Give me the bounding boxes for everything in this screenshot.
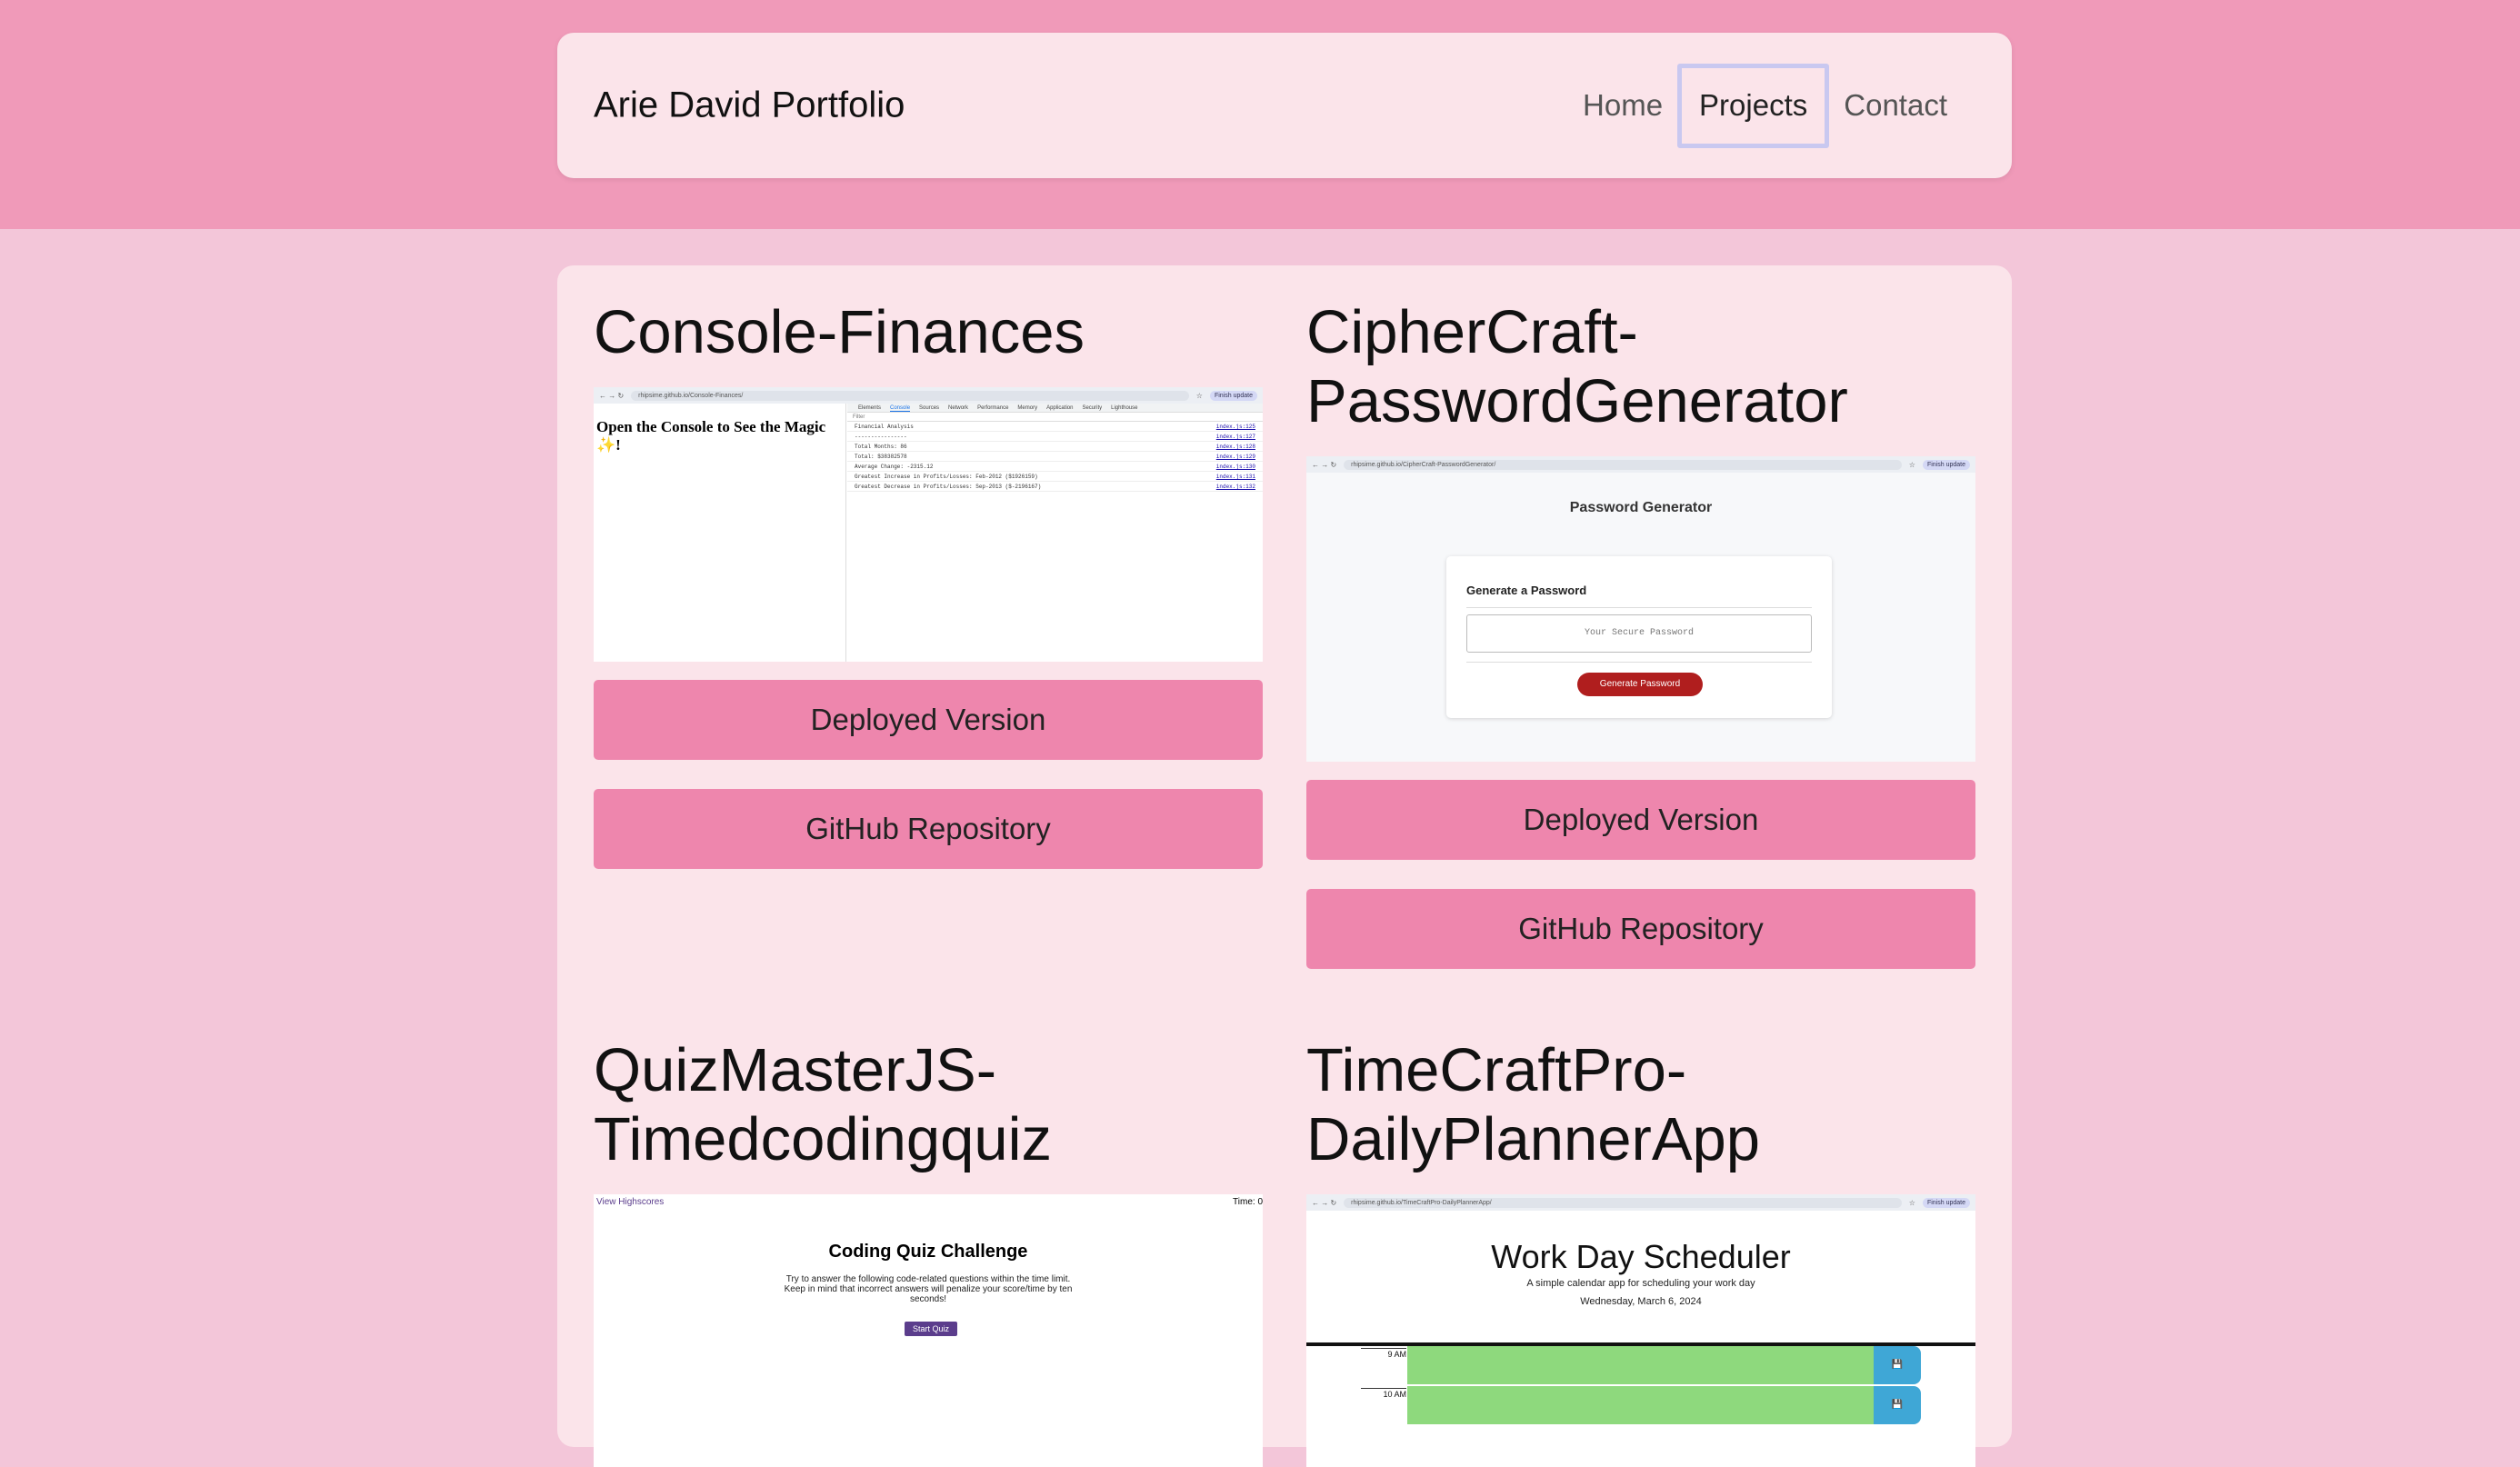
deployed-version-button[interactable]: Deployed Version [1306, 780, 1975, 860]
card-heading: Generate a Password [1466, 584, 1587, 597]
console-source-link: index.js:127 [1215, 434, 1255, 440]
project-card-quizmaster: QuizMasterJS-Timedcodingquiz View Highsc… [594, 1036, 1263, 1467]
nav-projects[interactable]: Projects [1677, 63, 1830, 148]
devtools-tab: Sources [919, 405, 940, 411]
nav-contact[interactable]: Contact [1829, 88, 1962, 123]
console-text: Total: $38382578 [855, 454, 907, 460]
browser-chrome: ← → ↻ rhipsime.github.io/CipherCraft-Pas… [1306, 456, 1975, 473]
console-output: Financial Analysis index.js:125 ----------… [847, 422, 1263, 492]
generate-password-button: Generate Password [1577, 673, 1703, 696]
console-line: Greatest Decrease in Profits/Losses: Sep… [847, 482, 1263, 492]
quiz-heading: Coding Quiz Challenge [828, 1242, 1028, 1262]
hour-label: 10 AM [1361, 1388, 1406, 1399]
devtools-tab: Network [948, 405, 969, 411]
back-icon: ← → ↻ [1312, 460, 1337, 469]
divider [1466, 607, 1812, 608]
devtools-tab: Memory [1017, 405, 1038, 411]
console-text: Average Change: -2315.12 [855, 464, 934, 470]
password-card: Generate a Password Your Secure Password… [1446, 556, 1832, 718]
project-title: CipherCraft-PasswordGenerator [1306, 298, 1848, 435]
devtools-filter: Filter [847, 413, 1263, 422]
hour-entry [1407, 1386, 1874, 1424]
devtools-tabs: Elements Console Sources Network Performance… [847, 404, 1263, 413]
hour-row: 9 AM 💾 [1306, 1346, 1975, 1384]
page-pane: Open the Console to See the Magic ✨! [594, 404, 846, 662]
browser-chrome: ← → ↻ rhipsime.github.io/Console-Finance… [594, 387, 1263, 404]
scheduler-subheading: A simple calendar app for scheduling you… [1526, 1278, 1755, 1289]
console-source-link: index.js:125 [1215, 424, 1255, 430]
hour-row: 10 AM 💾 [1306, 1386, 1975, 1424]
console-line: Greatest Increase in Profits/Losses: Feb… [847, 472, 1263, 482]
hour-entry [1407, 1346, 1874, 1384]
console-source-link: index.js:128 [1215, 444, 1255, 450]
navbar: Arie David Portfolio Home Projects Conta… [557, 33, 2012, 178]
project-card-timecraftpro: TimeCraftPro-DailyPlannerApp ← → ↻ rhips… [1306, 1036, 1975, 1467]
brand-title[interactable]: Arie David Portfolio [594, 85, 905, 126]
project-title: Console-Finances [594, 298, 1085, 366]
project-card-ciphercraft: CipherCraft-PasswordGenerator ← → ↻ rhip… [1306, 298, 1975, 969]
console-source-link: index.js:130 [1215, 464, 1255, 470]
scheduler-heading: Work Day Scheduler [1491, 1238, 1791, 1275]
url-bar: rhipsime.github.io/Console-Finances/ [631, 390, 1189, 401]
console-text: Greatest Increase in Profits/Losses: Feb… [855, 474, 1038, 480]
browser-chrome: ← → ↻ rhipsime.github.io/TimeCraftPro-Da… [1306, 1194, 1975, 1211]
console-line: Total Months: 86 index.js:128 [847, 442, 1263, 452]
project-screenshot: View Highscores Time: 0 Coding Quiz Chal… [594, 1194, 1263, 1467]
update-pill: Finish update [1922, 1197, 1970, 1208]
console-source-link: index.js:132 [1215, 484, 1255, 490]
star-icon: ☆ [1195, 391, 1203, 400]
devtools-tab: Performance [977, 405, 1009, 411]
save-icon: 💾 [1874, 1346, 1921, 1384]
magic-heading: Open the Console to See the Magic ✨! [596, 418, 826, 454]
update-pill: Finish update [1209, 390, 1257, 401]
quiz-description: Try to answer the following code-related… [784, 1274, 1073, 1304]
console-text: Total Months: 86 [855, 444, 907, 450]
devtools-tab: Security [1082, 405, 1103, 411]
password-app: Password Generator Generate a Password Y… [1306, 473, 1975, 762]
save-icon: 💾 [1874, 1386, 1921, 1424]
console-line: Average Change: -2315.12 index.js:130 [847, 462, 1263, 472]
divider [1466, 662, 1812, 663]
start-quiz-button: Start Quiz [905, 1322, 957, 1336]
star-icon: ☆ [1908, 1198, 1915, 1207]
deployed-version-button[interactable]: Deployed Version [594, 680, 1263, 760]
star-icon: ☆ [1908, 460, 1915, 469]
back-icon: ← → ↻ [1312, 1198, 1337, 1207]
github-repository-button[interactable]: GitHub Repository [1306, 889, 1975, 969]
password-field: Your Secure Password [1466, 614, 1812, 653]
console-text: ---------------- [855, 434, 907, 440]
devtools-tab: Lighthouse [1111, 405, 1138, 411]
view-highscores-link: View Highscores [596, 1197, 665, 1207]
console-source-link: index.js:131 [1215, 474, 1255, 480]
scheduler-date: Wednesday, March 6, 2024 [1580, 1296, 1702, 1307]
nav-links: Home Projects Contact [1568, 33, 1962, 178]
project-screenshot: ← → ↻ rhipsime.github.io/TimeCraftPro-Da… [1306, 1194, 1975, 1467]
hour-label: 9 AM [1361, 1348, 1406, 1359]
console-line: Financial Analysis index.js:125 [847, 422, 1263, 432]
devtools-tab: Console [890, 405, 911, 412]
devtools-tab: Application [1046, 405, 1074, 411]
quiz-timer: Time: 0 [1233, 1197, 1263, 1207]
project-title: TimeCraftPro-DailyPlannerApp [1306, 1036, 1761, 1173]
url-bar: rhipsime.github.io/CipherCraft-PasswordG… [1344, 459, 1902, 470]
app-heading: Password Generator [1569, 500, 1713, 515]
devtools-tab: Elements [858, 405, 882, 411]
update-pill: Finish update [1922, 459, 1970, 470]
url-bar: rhipsime.github.io/TimeCraftPro-DailyPla… [1344, 1197, 1902, 1208]
project-screenshot: ← → ↻ rhipsime.github.io/Console-Finance… [594, 387, 1263, 662]
console-line: Total: $38382578 index.js:129 [847, 452, 1263, 462]
console-text: Greatest Decrease in Profits/Losses: Sep… [855, 484, 1042, 490]
project-screenshot: ← → ↻ rhipsime.github.io/CipherCraft-Pas… [1306, 456, 1975, 762]
project-card-console-finances: Console-Finances ← → ↻ rhipsime.github.i… [594, 298, 1263, 869]
console-line: ---------------- index.js:127 [847, 432, 1263, 442]
devtools-pane: Elements Console Sources Network Performance… [847, 404, 1263, 662]
nav-home[interactable]: Home [1568, 88, 1677, 123]
project-title: QuizMasterJS-Timedcodingquiz [594, 1036, 1053, 1173]
projects-container: Console-Finances ← → ↻ rhipsime.github.i… [557, 265, 2012, 1467]
back-icon: ← → ↻ [599, 391, 625, 400]
console-source-link: index.js:129 [1215, 454, 1255, 460]
github-repository-button[interactable]: GitHub Repository [594, 789, 1263, 869]
console-text: Financial Analysis [855, 424, 914, 430]
